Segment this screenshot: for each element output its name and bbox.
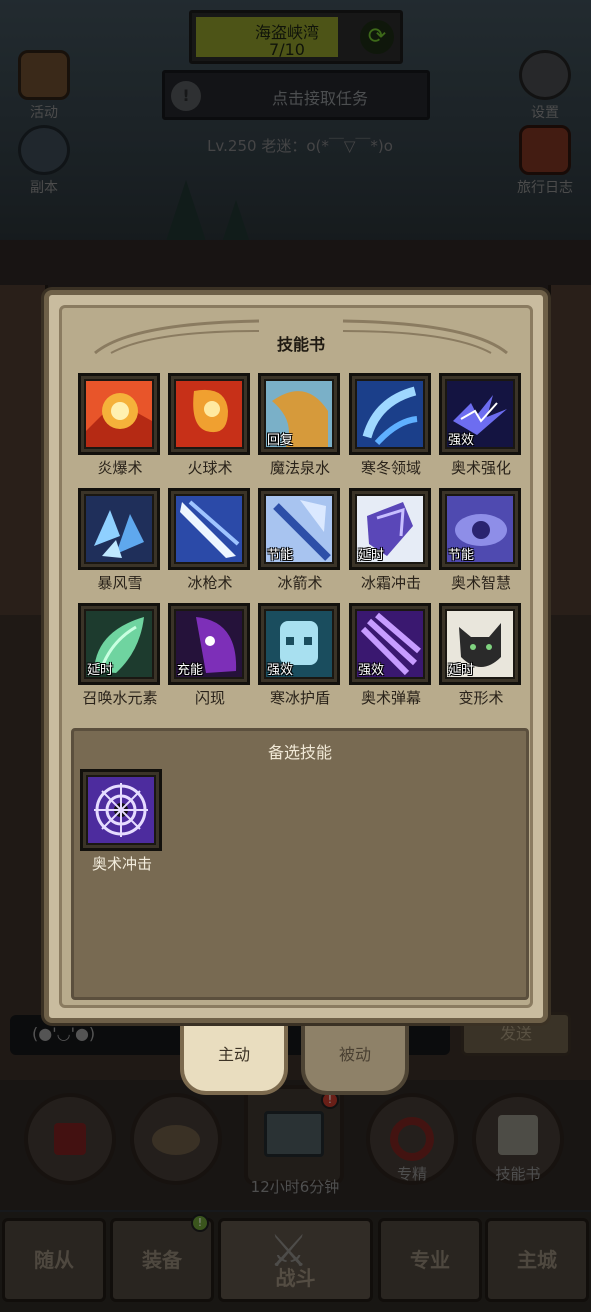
skill-icon[interactable] — [168, 373, 250, 455]
skill-art — [88, 777, 154, 843]
skill-tag: 充能 — [177, 663, 204, 678]
tab-active-skills[interactable]: 主动 — [180, 1025, 288, 1095]
skill-icon[interactable] — [168, 488, 250, 570]
alternate-skills-title: 备选技能 — [267, 743, 332, 762]
skill-tag: 强效 — [358, 663, 385, 678]
skill-name: 寒冬领域 — [360, 459, 421, 477]
alternate-skills-panel: 备选技能 奥术冲击 — [71, 728, 529, 1000]
tab-passive-skills[interactable]: 被动 — [301, 1025, 409, 1095]
skill-name: 冰箭术 — [277, 574, 323, 592]
skill-icon[interactable]: 延时 — [439, 603, 521, 685]
skill-art — [176, 496, 242, 562]
skill-slot[interactable]: 节能 奥术智慧 — [439, 488, 523, 593]
skill-icon[interactable] — [80, 769, 162, 851]
skill-icon[interactable]: 回复 — [258, 373, 340, 455]
skill-name: 暴风雪 — [97, 574, 143, 592]
skill-icon[interactable] — [78, 373, 160, 455]
skill-icon[interactable]: 强效 — [258, 603, 340, 685]
skill-name: 闪现 — [194, 689, 225, 707]
skill-tag: 延时 — [358, 548, 385, 563]
skill-name: 召唤水元素 — [82, 689, 158, 707]
skill-slot[interactable]: 延时召唤水元素 — [78, 603, 162, 708]
skill-slot[interactable]: 寒冬领域 — [349, 373, 433, 478]
skill-tag: 节能 — [448, 548, 475, 563]
skill-name: 炎爆术 — [97, 459, 143, 477]
skill-icon[interactable] — [349, 373, 431, 455]
skill-slot[interactable]: 火球术 — [168, 373, 252, 478]
skill-tag: 延时 — [448, 663, 475, 678]
skill-art — [86, 381, 152, 447]
skill-slot[interactable]: 奥术冲击 — [80, 769, 164, 874]
skill-slot[interactable]: 延时变形术 — [439, 603, 523, 708]
skill-icon[interactable]: 节能 — [258, 488, 340, 570]
skill-name: 奥术强化 — [450, 459, 511, 477]
skill-slot[interactable]: 强效 奥术强化 — [439, 373, 523, 478]
skill-tag: 强效 — [448, 433, 475, 448]
skill-book-dialog: 技能书 备选技能 奥术冲击 炎爆术 火球术 回复 魔法泉水 寒冬领域 强效 奥术强化 暴风雪冰… — [44, 290, 548, 1023]
skill-icon[interactable]: 强效 — [349, 603, 431, 685]
skill-name: 变形术 — [458, 689, 504, 707]
skill-tag: 节能 — [267, 548, 294, 563]
skill-slot[interactable]: 强效 奥术弹幕 — [349, 603, 433, 708]
skill-icon[interactable] — [78, 488, 160, 570]
skill-slot[interactable]: 炎爆术 — [78, 373, 162, 478]
skill-name: 火球术 — [187, 459, 233, 477]
skill-slot[interactable]: 节能冰箭术 — [258, 488, 342, 593]
skill-slot[interactable]: 强效 寒冰护盾 — [258, 603, 342, 708]
skill-icon[interactable]: 延时 — [349, 488, 431, 570]
skill-icon[interactable]: 强效 — [439, 373, 521, 455]
skill-slot[interactable]: 冰枪术 — [168, 488, 252, 593]
skill-name: 魔法泉水 — [269, 459, 330, 477]
skill-name: 奥术智慧 — [450, 574, 511, 592]
skill-tag: 回复 — [267, 433, 294, 448]
skill-icon[interactable]: 延时 — [78, 603, 160, 685]
skill-tag: 延时 — [87, 663, 114, 678]
skill-slot[interactable]: 延时 冰霜冲击 — [349, 488, 433, 593]
skill-slot[interactable]: 回复 魔法泉水 — [258, 373, 342, 478]
skill-slot[interactable]: 暴风雪 — [78, 488, 162, 593]
skill-name: 冰霜冲击 — [360, 574, 421, 592]
skill-slot[interactable]: 充能闪现 — [168, 603, 252, 708]
skill-name: 冰枪术 — [187, 574, 233, 592]
skill-icon[interactable]: 充能 — [168, 603, 250, 685]
skill-name: 寒冰护盾 — [269, 689, 330, 707]
skill-name: 奥术弹幕 — [360, 689, 421, 707]
skill-tag: 强效 — [267, 663, 294, 678]
skill-art — [86, 496, 152, 562]
skill-art — [176, 381, 242, 447]
dialog-title: 技能书 — [276, 335, 325, 354]
skill-art — [357, 381, 423, 447]
skill-name: 奥术冲击 — [91, 855, 152, 873]
skill-icon[interactable]: 节能 — [439, 488, 521, 570]
